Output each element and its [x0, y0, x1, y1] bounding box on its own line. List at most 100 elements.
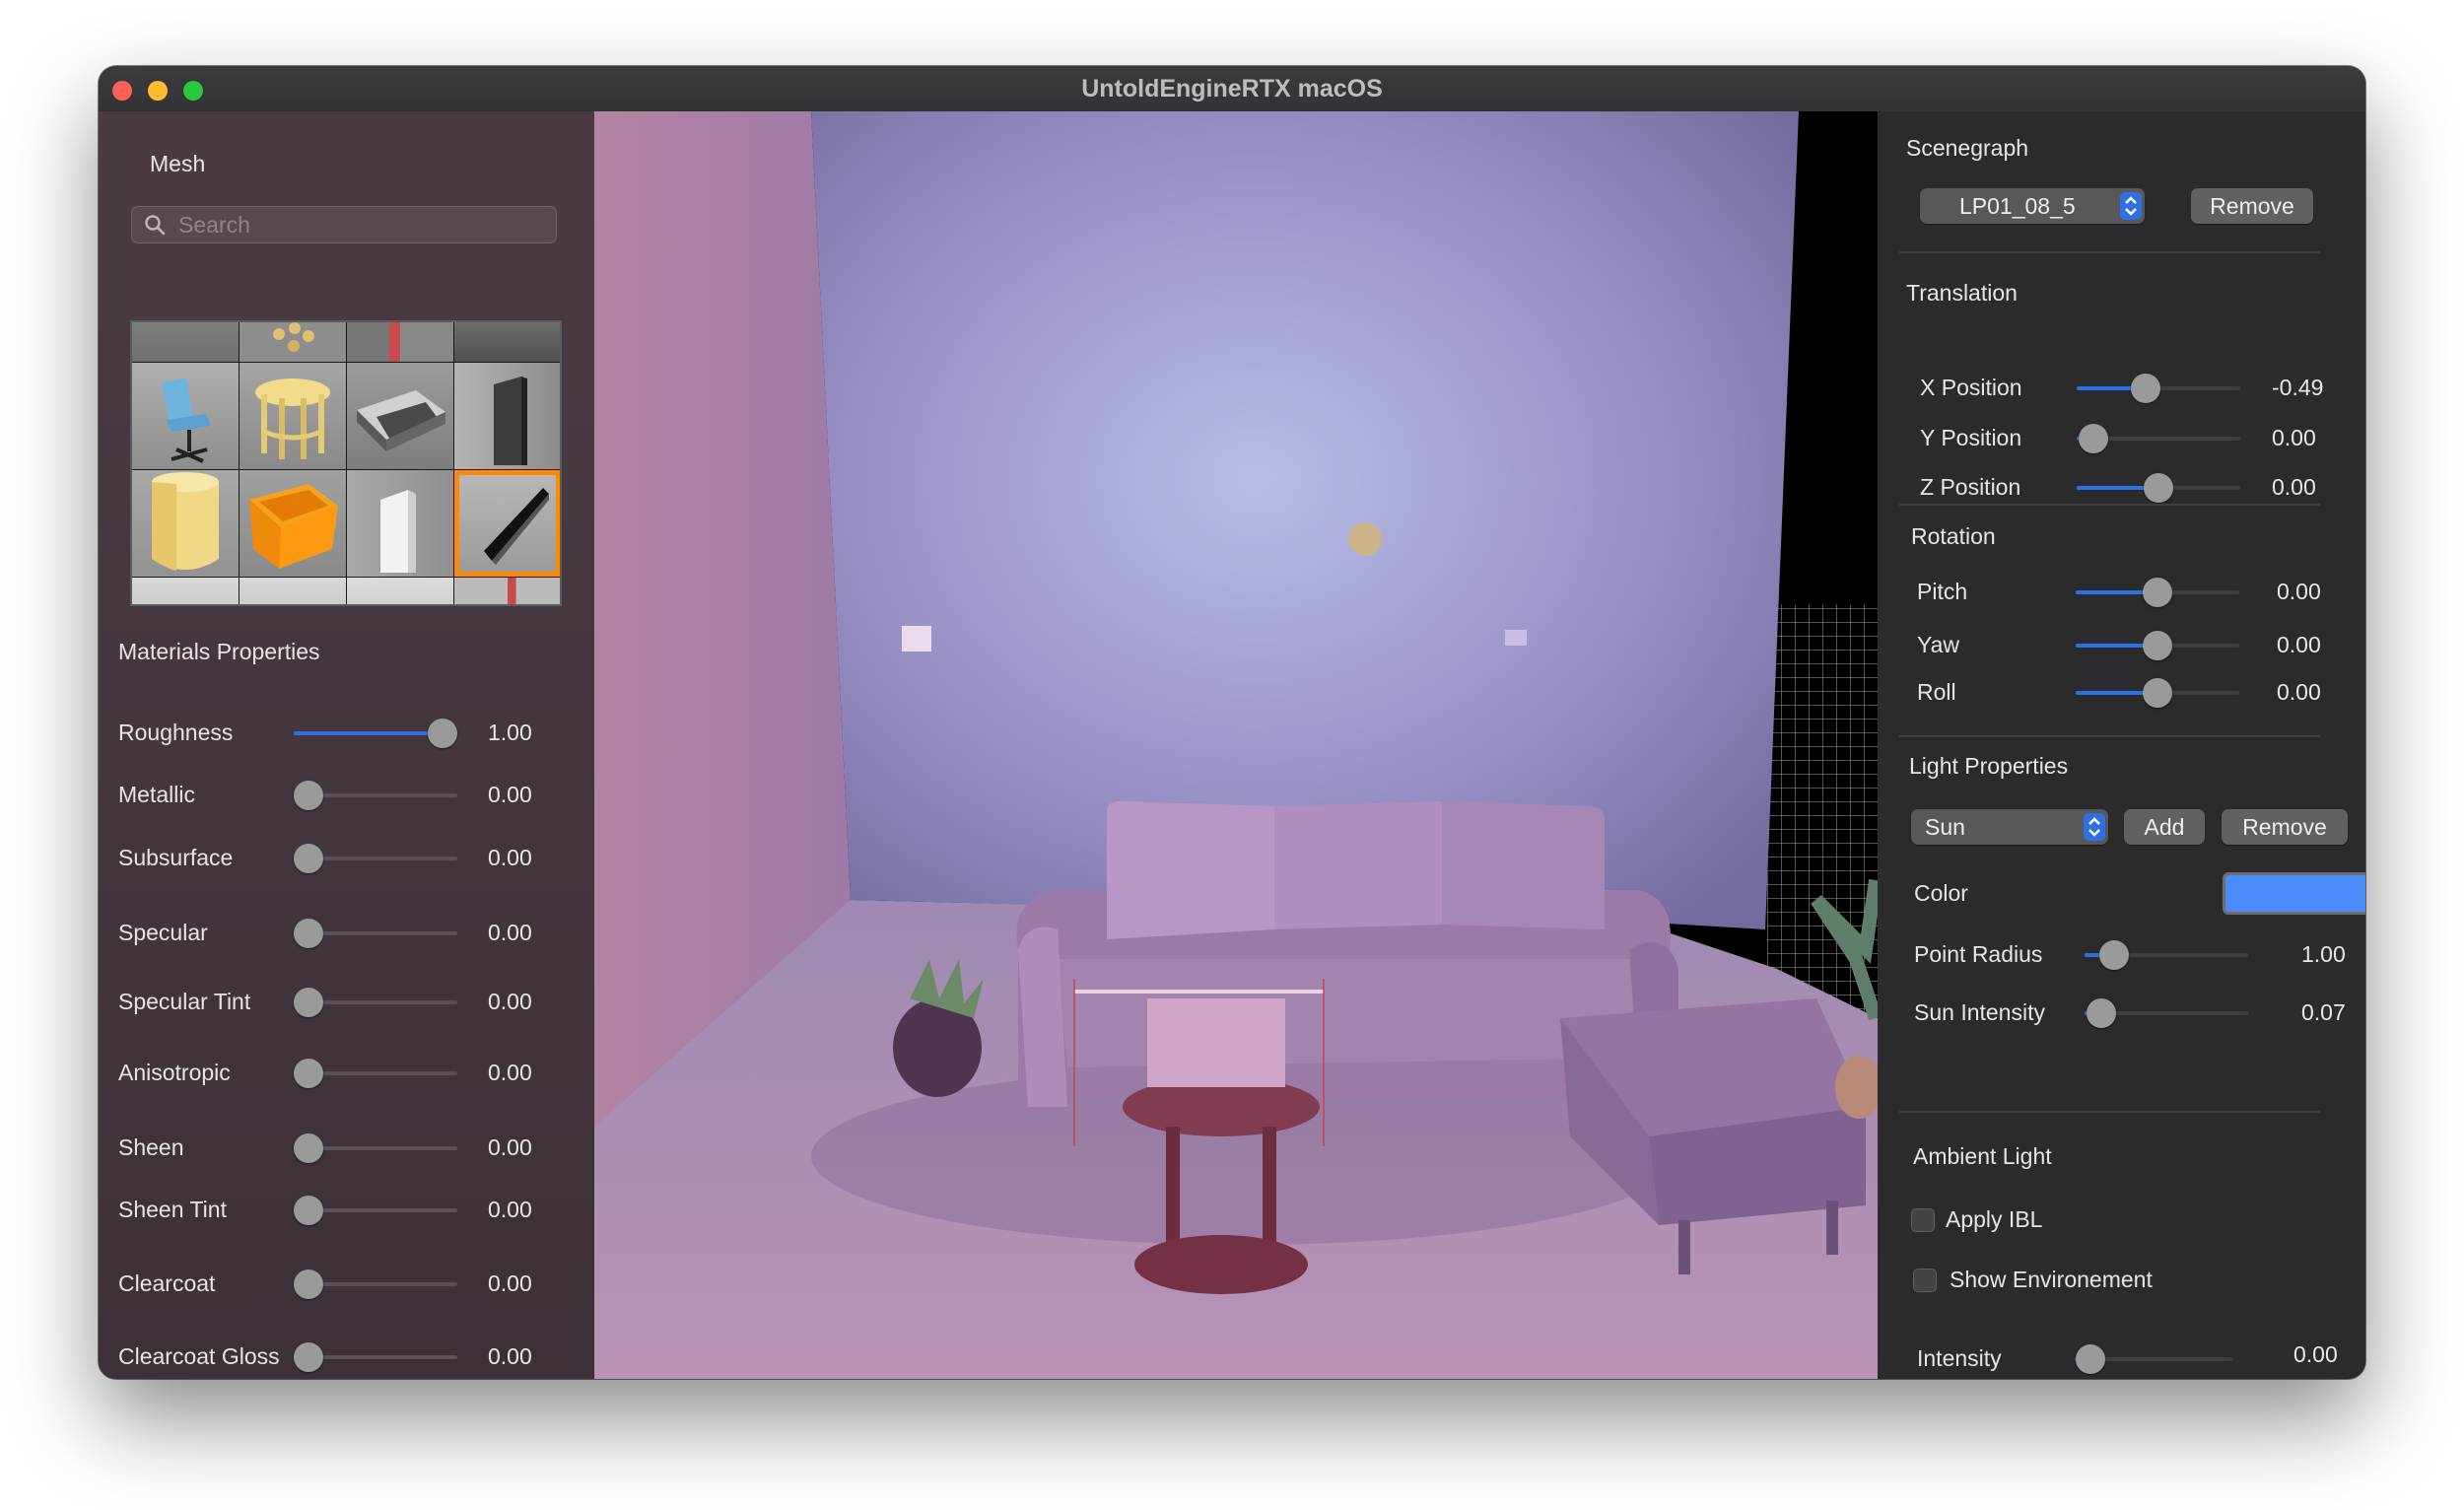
yaw-label: Yaw [1917, 632, 1960, 657]
sun-intensity-slider[interactable] [2085, 998, 2248, 1028]
intensity-label: Intensity [1917, 1345, 2002, 1371]
sheen-label: Sheen [118, 1134, 184, 1160]
specular-tint-value: 0.00 [488, 989, 532, 1014]
x-position-slider[interactable] [2077, 374, 2240, 403]
clearcoat-gloss-value: 0.00 [488, 1343, 532, 1369]
z-position-label: Z Position [1920, 474, 2021, 500]
separator [1899, 735, 2320, 737]
materials-title: Materials Properties [118, 639, 320, 664]
z-position-slider[interactable] [2077, 473, 2240, 503]
white-panel-icon [380, 490, 416, 573]
mesh-thumbnail-red-object[interactable] [454, 578, 560, 604]
mesh-thumbnail-shelf[interactable] [347, 322, 453, 362]
y-position-slider[interactable] [2077, 424, 2240, 453]
remove-light-button[interactable]: Remove [2222, 809, 2348, 845]
search-field[interactable]: Search [131, 206, 557, 243]
popup-arrows-icon [2084, 813, 2105, 841]
specular-label: Specular [118, 920, 208, 945]
specular-slider[interactable] [294, 919, 457, 948]
title-bar: UntoldEngineRTX macOS [99, 66, 2365, 112]
metallic-slider[interactable] [294, 781, 457, 810]
tv-icon [484, 488, 549, 565]
apply-ibl-checkbox[interactable] [1911, 1208, 1935, 1232]
show-environment-label: Show Environement [1950, 1267, 2153, 1292]
specular-value: 0.00 [488, 920, 532, 945]
app-window: UntoldEngineRTX macOS Mesh Search Materi… [99, 66, 2365, 1379]
intensity-slider[interactable] [2075, 1344, 2232, 1374]
anisotropic-label: Anisotropic [118, 1060, 231, 1085]
x-position-value: -0.49 [2272, 375, 2324, 400]
metallic-value: 0.00 [488, 782, 532, 807]
yaw-slider[interactable] [2076, 631, 2239, 660]
3d-scene-render [594, 111, 1878, 1379]
scenegraph-remove-button[interactable]: Remove [2191, 188, 2313, 224]
sun-intensity-value: 0.07 [2301, 999, 2346, 1025]
scenegraph-popup[interactable]: LP01_08_5 [1920, 188, 2145, 224]
search-placeholder: Search [178, 212, 250, 238]
lamp-thumbnail-icon [273, 322, 314, 352]
orange-bin-icon [249, 484, 338, 569]
clearcoat-gloss-slider[interactable] [294, 1342, 457, 1372]
subsurface-value: 0.00 [488, 845, 532, 870]
office-chair-icon [162, 378, 211, 463]
cylinder-icon [152, 472, 219, 571]
x-position-label: X Position [1920, 375, 2022, 400]
show-environment-checkbox[interactable] [1913, 1269, 1937, 1292]
render-viewport[interactable] [594, 111, 1878, 1379]
pitch-value: 0.00 [2277, 579, 2321, 604]
left-panel: Mesh Search Materials Properties Roughne… [99, 111, 594, 1379]
clearcoat-slider[interactable] [294, 1270, 457, 1299]
stool-icon [255, 378, 330, 459]
light-color-well[interactable] [2223, 872, 2365, 915]
mesh-thumbnail-cylinder[interactable] [132, 470, 239, 577]
scenegraph-selected: LP01_08_5 [1959, 193, 2076, 219]
right-panel: Scenegraph LP01_08_5 Remove Translation … [1878, 111, 2365, 1379]
yaw-value: 0.00 [2277, 632, 2321, 657]
specular-tint-label: Specular Tint [118, 989, 251, 1014]
roughness-slider[interactable] [294, 719, 457, 748]
mesh-thumbnail-slab[interactable] [347, 578, 453, 604]
popup-arrows-icon [2120, 192, 2142, 220]
separator [1899, 504, 2320, 506]
point-radius-label: Point Radius [1914, 941, 2043, 967]
subsurface-label: Subsurface [118, 845, 234, 870]
mesh-thumbnail-tv-selected[interactable] [454, 470, 560, 577]
clearcoat-label: Clearcoat [118, 1270, 216, 1296]
mesh-thumbnail-panel[interactable] [454, 322, 560, 362]
point-radius-slider[interactable] [2085, 940, 2248, 970]
window-title: UntoldEngineRTX macOS [1081, 75, 1383, 103]
mesh-thumbnail-orange-bin[interactable] [240, 470, 346, 577]
search-icon [145, 215, 166, 236]
mesh-thumbnail-stool[interactable] [240, 363, 346, 469]
mesh-thumbnail-bed[interactable] [347, 363, 453, 469]
specular-tint-slider[interactable] [294, 988, 457, 1017]
mesh-thumbnail-chair-top[interactable] [132, 322, 239, 362]
sheen-slider[interactable] [294, 1133, 457, 1163]
mesh-thumbnail-box[interactable] [240, 578, 346, 604]
roughness-value: 1.00 [488, 720, 532, 745]
mesh-thumbnail-lamp[interactable] [240, 322, 346, 362]
color-label: Color [1914, 880, 1968, 906]
pitch-label: Pitch [1917, 579, 1968, 604]
light-type-selected: Sun [1925, 814, 1965, 840]
y-position-label: Y Position [1920, 425, 2022, 450]
mesh-thumbnail-rug[interactable] [132, 578, 239, 604]
roll-slider[interactable] [2076, 678, 2239, 708]
mesh-thumbnail-office-chair[interactable] [132, 363, 239, 469]
add-light-button[interactable]: Add [2124, 809, 2205, 845]
mesh-thumbnail-white-panel[interactable] [347, 470, 453, 577]
z-position-value: 0.00 [2272, 474, 2316, 500]
mesh-thumbnail-grid[interactable] [130, 320, 562, 606]
translation-title: Translation [1906, 280, 2018, 306]
anisotropic-slider[interactable] [294, 1059, 457, 1088]
rotation-title: Rotation [1911, 523, 1996, 549]
pitch-slider[interactable] [2076, 578, 2239, 607]
mesh-thumbnail-door-panel[interactable] [454, 363, 560, 469]
light-properties-title: Light Properties [1909, 753, 2069, 779]
sheen-tint-slider[interactable] [294, 1196, 457, 1225]
sheen-tint-value: 0.00 [488, 1197, 532, 1222]
metallic-label: Metallic [118, 782, 195, 807]
subsurface-slider[interactable] [294, 844, 457, 873]
y-position-value: 0.00 [2272, 425, 2316, 450]
light-type-popup[interactable]: Sun [1911, 809, 2108, 845]
